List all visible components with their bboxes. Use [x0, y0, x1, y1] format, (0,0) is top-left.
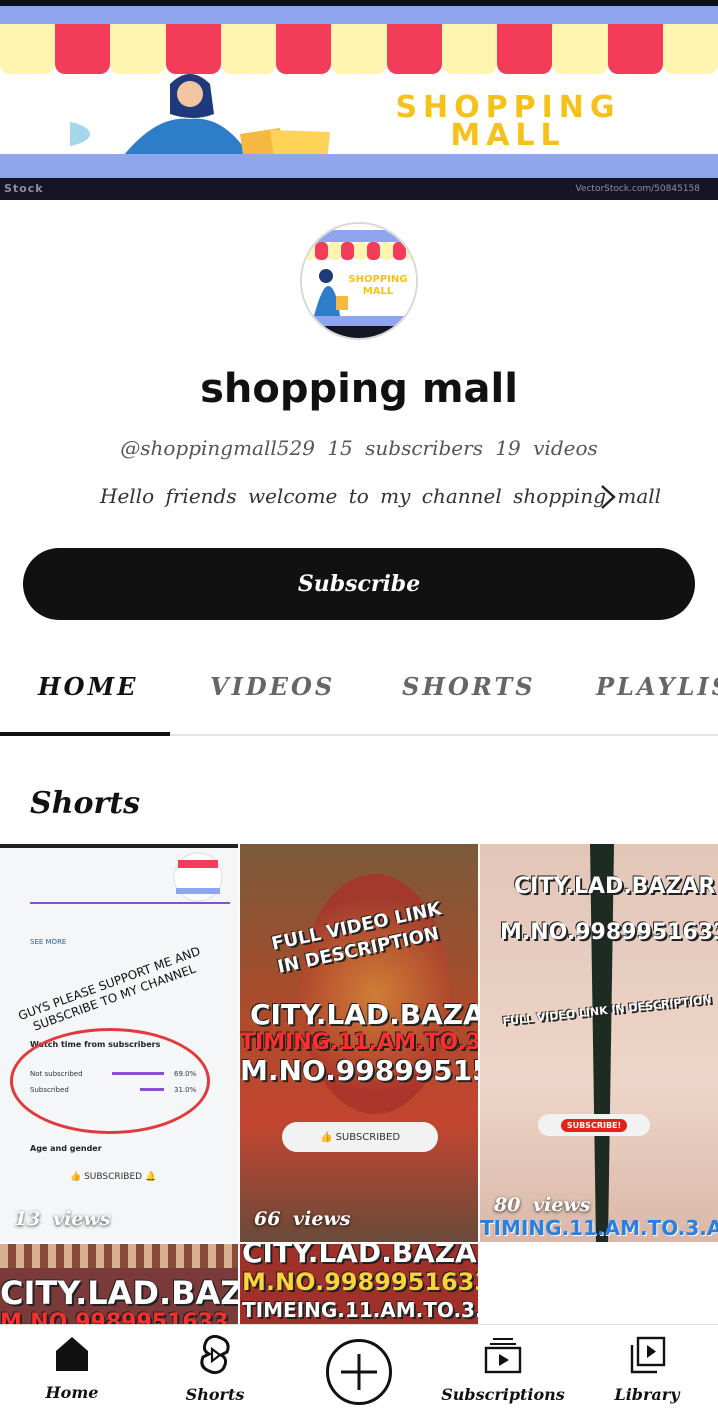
subscribed-label: 👍 SUBSCRIBED 🔔 [70, 1172, 157, 1182]
short-overlay-text: TIMEING.11.AM.TO.3.AM [242, 1298, 478, 1322]
short-overlay-text: M.NO.9989951633 [0, 1310, 229, 1324]
short-thumbnail[interactable]: FULL VIDEO LINK IN DESCRIPTION CITY.LAD.… [240, 844, 478, 1242]
nav-subscriptions[interactable]: Subscriptions [433, 1335, 573, 1404]
nav-subscriptions-label: Subscriptions [441, 1385, 565, 1404]
avatar-text: SHOPPING MALL [348, 274, 408, 297]
short-overlay-text: CITY.LAD.BAZAR [514, 874, 716, 899]
short-thumbnail[interactable]: SEE MORE Watch time from subscribers Not… [0, 844, 238, 1242]
subscribe-pill: SUBSCRIBE! [538, 1114, 650, 1136]
channel-description-row[interactable]: Hello friends welcome to my channel shop… [100, 482, 661, 514]
nav-shorts[interactable]: Shorts [145, 1334, 285, 1404]
plus-icon [341, 1354, 377, 1390]
short-overlay-text: CITY.LAD.BAZAR [242, 1244, 478, 1269]
library-icon [630, 1336, 666, 1374]
card-heading: Age and gender [30, 1144, 102, 1153]
subscribed-pill: 👍 SUBSCRIBED [282, 1122, 438, 1152]
chevron-right-icon[interactable] [596, 482, 620, 512]
tab-videos[interactable]: VIDEOS [210, 672, 335, 701]
shorts-section-title: Shorts [30, 786, 141, 821]
short-overlay-text: M.NO.9989951533 [240, 1054, 478, 1087]
bottom-navigation: Home Shorts Subscriptions Library [0, 1324, 718, 1422]
short-views: 13 views [14, 1208, 111, 1230]
home-icon [56, 1337, 88, 1371]
subscribe-button[interactable]: Subscribe [23, 548, 695, 620]
channel-banner: SHOPPING MALL Stock VectorStock.com/5084… [0, 0, 718, 200]
channel-meta: @shoppingmall529 15 subscribers 19 video… [0, 436, 718, 460]
short-thumbnail[interactable]: CITY.LAD.BAZAR M.NO.9989951633 [0, 1244, 238, 1324]
nav-home-label: Home [45, 1383, 99, 1402]
channel-logo-icon [173, 852, 223, 902]
subscriptions-icon [484, 1338, 522, 1374]
short-overlay-text: M.NO.9989951633 [242, 1268, 478, 1296]
see-more-link: SEE MORE [30, 938, 67, 946]
create-button[interactable] [326, 1339, 392, 1405]
active-tab-indicator [0, 732, 170, 736]
banner-watermark: Stock VectorStock.com/50845158 [0, 178, 718, 200]
channel-description: Hello friends welcome to my channel shop… [100, 484, 662, 508]
video-count: 19 videos [495, 436, 598, 460]
tab-home[interactable]: HOME [38, 672, 138, 701]
shorts-icon [200, 1334, 230, 1375]
nav-library-label: Library [614, 1385, 680, 1404]
short-thumbnail[interactable]: CITY.LAD.BAZAR M.NO.9989951633 TIMEING.1… [240, 1244, 478, 1324]
channel-handle: @shoppingmall529 [120, 436, 315, 460]
banner-title: SHOPPING MALL [395, 90, 621, 153]
tab-playlists[interactable]: PLAYLIS [596, 672, 718, 701]
nav-shorts-label: Shorts [185, 1385, 245, 1404]
short-overlay-text: CITY.LAD.BAZAR [250, 998, 478, 1031]
tab-shorts[interactable]: SHORTS [402, 672, 536, 701]
channel-avatar[interactable]: SHOPPING MALL [300, 222, 418, 340]
short-overlay-text: TIMING.11.AM.TO.3.AM [240, 1030, 478, 1055]
channel-tabs: HOME VIDEOS SHORTS PLAYLIS [0, 656, 718, 736]
banner-artwork: SHOPPING MALL [0, 6, 718, 178]
short-overlay-text: M.NO.9989951633 [500, 920, 718, 945]
short-thumbnail[interactable]: CITY.LAD.BAZAR M.NO.9989951633 FULL VIDE… [480, 844, 718, 1242]
short-views: 66 views [254, 1208, 351, 1230]
short-views: 80 views [494, 1194, 591, 1216]
subscriber-count: 15 subscribers [327, 436, 483, 460]
short-overlay-text: CITY.LAD.BAZAR [0, 1274, 238, 1312]
nav-library[interactable]: Library [577, 1335, 717, 1404]
nav-home[interactable]: Home [2, 1335, 142, 1402]
short-overlay-text: TIMING.11.AM.TO.3.AM [480, 1216, 718, 1240]
channel-name: shopping mall [200, 366, 518, 412]
